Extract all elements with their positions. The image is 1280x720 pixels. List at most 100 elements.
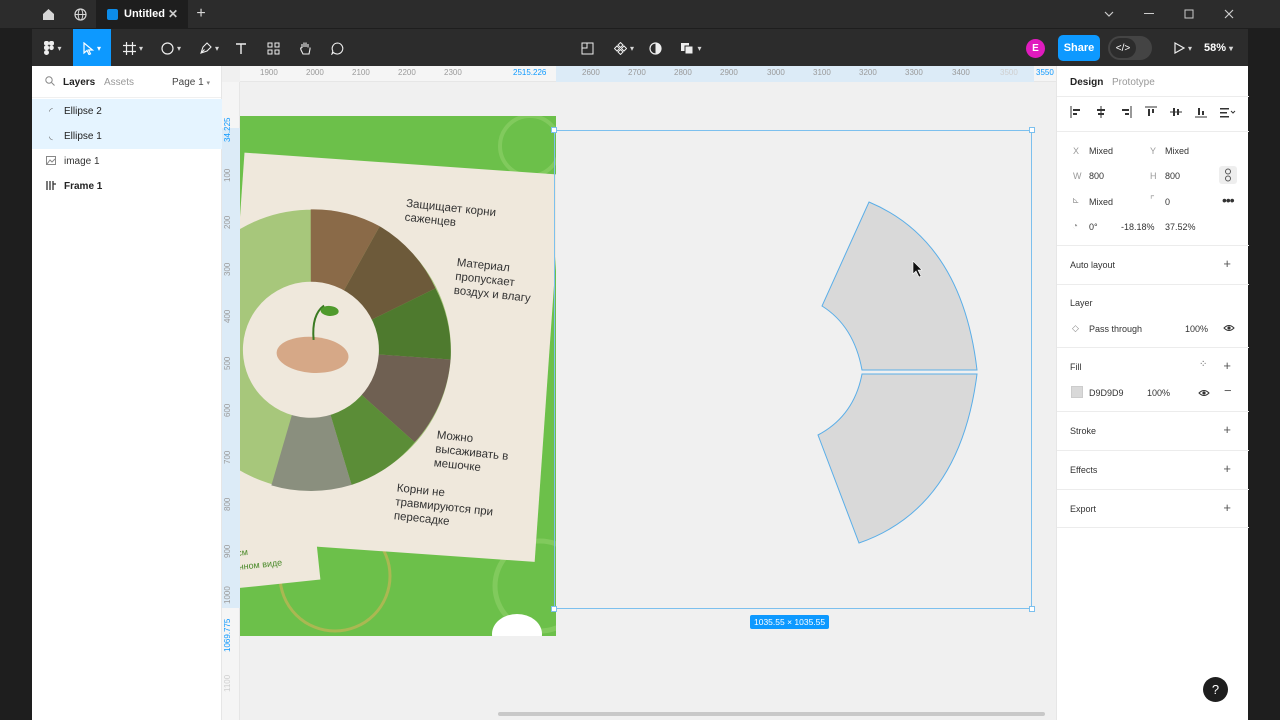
crop-button[interactable]: [575, 29, 599, 67]
x-field[interactable]: Mixed: [1089, 146, 1113, 156]
chevron-down-icon[interactable]: [1098, 0, 1120, 28]
arc-sweep-field[interactable]: -18.18%: [1121, 222, 1155, 232]
tab-layers[interactable]: Layers: [63, 77, 95, 88]
corner-radius-field[interactable]: 0: [1165, 197, 1170, 207]
ruler-tick: 2800: [674, 68, 692, 77]
add-fill-icon[interactable]: +: [1223, 358, 1231, 373]
home-icon[interactable]: [36, 0, 60, 28]
mask-button[interactable]: [644, 29, 666, 67]
arc-start-field[interactable]: 0°: [1089, 222, 1098, 232]
ruler-tick: 3500: [1000, 68, 1018, 77]
pen-icon: [200, 41, 212, 54]
component-icon: [613, 41, 627, 55]
canvas[interactable]: 1900 2000 2100 2200 2300 2515.226 2600 2…: [222, 66, 1056, 720]
resize-handle[interactable]: [1029, 606, 1035, 612]
maximize-icon[interactable]: [1178, 0, 1200, 28]
play-icon: [1174, 42, 1185, 54]
layer-opacity-field[interactable]: 100%: [1185, 324, 1208, 334]
resize-handle[interactable]: [551, 606, 557, 612]
frame-tool-button[interactable]: ▾: [118, 29, 148, 67]
ellipse-tool-icon: [161, 41, 174, 55]
align-center-icon: [1097, 106, 1105, 118]
ruler-tick: 400: [223, 309, 232, 323]
add-auto-layout-icon[interactable]: +: [1223, 256, 1231, 271]
horizontal-scrollbar[interactable]: [498, 712, 1045, 716]
component-button[interactable]: ▾: [608, 29, 640, 67]
tab-assets[interactable]: Assets: [104, 77, 134, 88]
image-icon: [46, 156, 56, 167]
blend-mode-icon: ◇: [1072, 323, 1079, 333]
search-icon[interactable]: [45, 76, 55, 89]
dev-mode-toggle[interactable]: </>: [1108, 36, 1152, 60]
move-tool-button[interactable]: ▾: [73, 29, 111, 67]
pen-tool-button[interactable]: ▾: [194, 29, 224, 67]
hand-icon: [299, 42, 311, 55]
ruler-top: 1900 2000 2100 2200 2300 2515.226 2600 2…: [240, 66, 1056, 82]
help-button[interactable]: ?: [1203, 677, 1228, 702]
layer-row-frame-1[interactable]: Frame 1: [32, 174, 222, 199]
align-bottom-icon: [1195, 108, 1207, 118]
close-tab-icon[interactable]: ✕: [168, 7, 178, 21]
selection-size-badge: 1035.55 × 1035.55: [750, 615, 830, 629]
globe-icon[interactable]: [68, 0, 92, 28]
position-section: X Mixed Y Mixed W 800 H 800 ⊾ Mixed ⌜ 0 …: [1057, 131, 1249, 245]
resources-button[interactable]: [262, 29, 284, 67]
corner-radius-icon: ⌜: [1150, 195, 1155, 206]
export-section: Export +: [1057, 489, 1249, 528]
comment-icon: [330, 41, 343, 55]
fill-swatch[interactable]: [1071, 386, 1083, 398]
poster-image[interactable]: Защищает корни саженцев Материал пропуск…: [240, 116, 556, 636]
layer-row-image-1[interactable]: image 1: [32, 149, 222, 174]
resize-handle[interactable]: [1029, 127, 1035, 133]
figma-file-icon: [107, 8, 118, 20]
tab-prototype[interactable]: Prototype: [1112, 77, 1155, 88]
poster-caption-card: см нном виде: [240, 529, 321, 589]
blend-mode-select[interactable]: Pass through: [1089, 324, 1142, 334]
shape-tool-button[interactable]: ▾: [156, 29, 186, 67]
layer-row-ellipse-2[interactable]: ◜ Ellipse 2: [32, 99, 222, 124]
eye-icon: [1223, 325, 1235, 331]
ruler-tick: 3200: [859, 68, 877, 77]
ruler-tick: 3400: [952, 68, 970, 77]
resize-handle[interactable]: [551, 127, 557, 133]
tab-design[interactable]: Design: [1070, 77, 1103, 88]
height-field[interactable]: 800: [1165, 171, 1180, 181]
page-selector[interactable]: Page 1 ▾: [172, 77, 210, 88]
arc-ratio-field[interactable]: 37.52%: [1165, 222, 1196, 232]
constrain-proportions-button[interactable]: [1219, 166, 1237, 184]
ruler-left: 34.225 100 200 300 400 500 600 700 800 9…: [222, 82, 240, 720]
layer-row-ellipse-1[interactable]: ◟ Ellipse 1: [32, 124, 222, 149]
style-grid-icon[interactable]: ⁘: [1199, 359, 1207, 370]
fill-opacity-field[interactable]: 100%: [1147, 388, 1170, 398]
more-options-icon[interactable]: •••: [1222, 192, 1235, 208]
right-window-edge: [1248, 28, 1280, 720]
hand-tool-button[interactable]: [294, 29, 316, 67]
width-field[interactable]: 800: [1089, 171, 1104, 181]
text-icon: [236, 42, 246, 54]
rotation-field[interactable]: Mixed: [1089, 197, 1113, 207]
selection-box[interactable]: [554, 130, 1032, 609]
new-tab-button[interactable]: +: [192, 0, 210, 28]
ruler-tick: 600: [223, 403, 232, 417]
tab-untitled[interactable]: Untitled ✕: [96, 0, 188, 28]
add-export-icon[interactable]: +: [1223, 500, 1231, 515]
comment-tool-button[interactable]: [326, 29, 348, 67]
ruler-tick: 200: [223, 215, 232, 229]
minimize-icon[interactable]: [1138, 0, 1160, 28]
remove-fill-icon[interactable]: −: [1224, 383, 1232, 398]
main-menu-button[interactable]: ▾: [38, 29, 68, 67]
effects-title: Effects: [1070, 465, 1098, 475]
present-button[interactable]: ▾: [1168, 29, 1198, 67]
fill-hex-field[interactable]: D9D9D9: [1089, 388, 1124, 398]
avatar[interactable]: E: [1026, 39, 1045, 58]
y-field[interactable]: Mixed: [1165, 146, 1189, 156]
add-stroke-icon[interactable]: +: [1223, 422, 1231, 437]
add-effect-icon[interactable]: +: [1223, 461, 1231, 476]
zoom-menu[interactable]: 58% ▾: [1204, 29, 1233, 67]
left-window-edge: [0, 28, 32, 720]
boolean-button[interactable]: ▾: [674, 29, 708, 67]
text-tool-button[interactable]: [230, 29, 252, 67]
window-close-icon[interactable]: [1218, 0, 1240, 28]
share-button[interactable]: Share: [1058, 35, 1100, 61]
distribute-icon: [1220, 108, 1236, 118]
